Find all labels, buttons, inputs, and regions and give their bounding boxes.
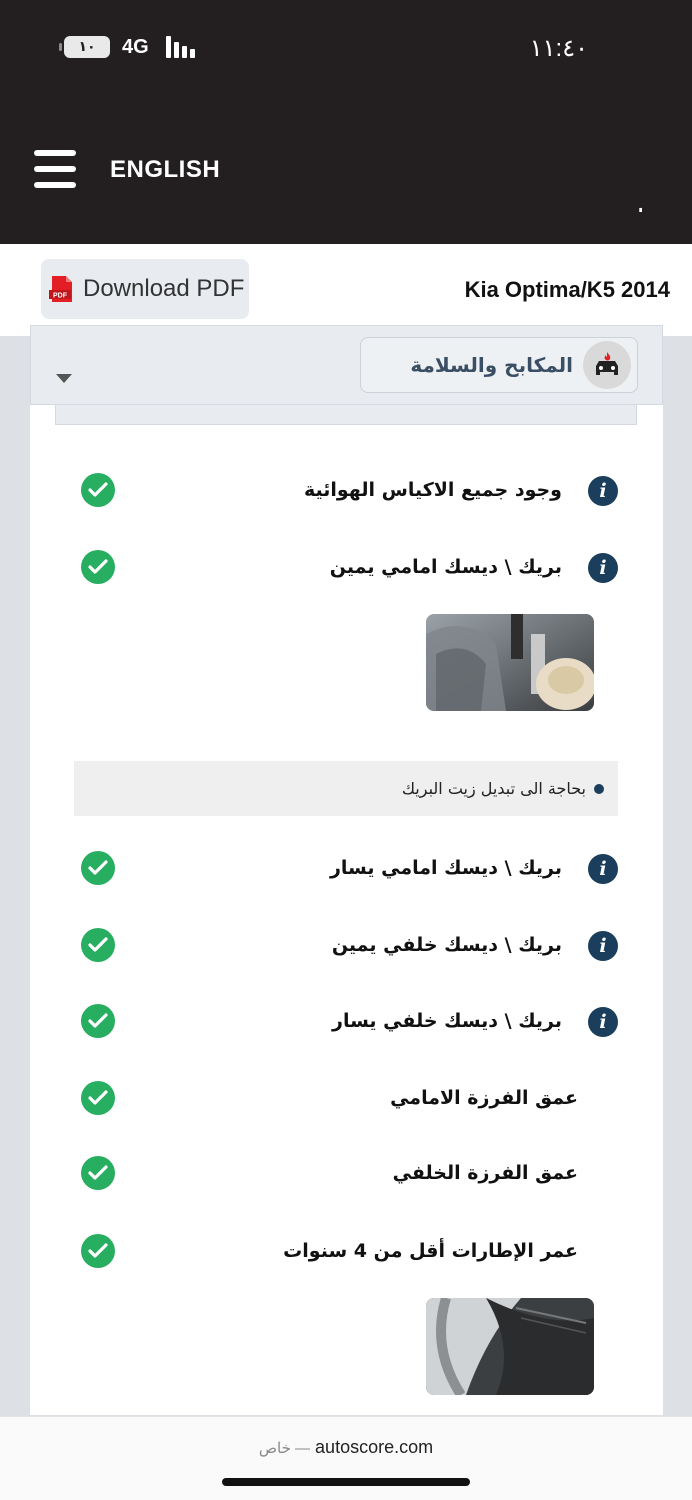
check-item-label: بريك \ ديسك خلفي يمين — [331, 934, 562, 956]
info-icon[interactable]: i — [588, 476, 618, 506]
info-icon[interactable]: i — [588, 931, 618, 961]
check-item-label: بريك \ ديسك امامي يسار — [329, 857, 562, 879]
check-icon — [81, 1004, 115, 1038]
battery-icon: ١٠ — [59, 36, 110, 58]
checklist-row-airbags: وجود جميع الاكياس الهوائية i — [0, 471, 692, 511]
checklist-row-rear-left-brake: بريك \ ديسك خلفي يسار i — [0, 1002, 692, 1042]
check-item-label: وجود جميع الاكياس الهوائية — [303, 479, 562, 501]
bullet-dot-icon — [594, 783, 604, 794]
check-icon — [81, 851, 115, 885]
svg-text:PDF: PDF — [53, 293, 68, 300]
check-item-label: عمق الفرزة الخلفي — [392, 1162, 578, 1184]
network-type: 4G — [122, 36, 149, 58]
checklist-row-rear-tread-depth: عمق الفرزة الخلفي — [0, 1154, 692, 1194]
pdf-file-icon: PDF — [49, 276, 72, 302]
brake-fluid-photo[interactable] — [426, 614, 594, 711]
address-text[interactable]: خاص — autoscore.com — [0, 1437, 692, 1458]
app-header: ١٠ 4G ١١:٤٠ ENGLISH سكورأوتو — [0, 0, 692, 244]
check-icon — [81, 928, 115, 962]
checklist-row-front-tread-depth: عمق الفرزة الامامي — [0, 1079, 692, 1119]
check-icon — [81, 473, 115, 507]
section-title-pill[interactable]: المكابح والسلامة — [360, 337, 638, 393]
car-title: Kia Optima/K5 2014 — [464, 277, 670, 302]
chevron-down-icon[interactable] — [56, 374, 72, 383]
car-fire-icon — [583, 341, 631, 389]
signal-icon — [166, 36, 195, 58]
hamburger-menu-icon[interactable] — [34, 150, 76, 188]
info-icon[interactable]: i — [588, 854, 618, 884]
info-icon[interactable]: i — [588, 1007, 618, 1037]
check-icon — [81, 1234, 115, 1268]
check-icon — [81, 1156, 115, 1190]
section-header-strip — [55, 405, 637, 425]
browser-address-bar[interactable]: خاص — autoscore.com — [0, 1416, 692, 1500]
download-pdf-button[interactable]: PDF Download PDF — [41, 259, 249, 319]
language-switch[interactable]: ENGLISH — [110, 156, 220, 184]
tire-photo[interactable] — [426, 1298, 594, 1395]
check-item-label: عمر الإطارات أقل من 4 سنوات — [283, 1240, 578, 1262]
brake-fluid-note: بحاجة الى تبديل زيت البريك — [74, 761, 618, 816]
autoscore-logo[interactable]: سكورأوتو — [330, 132, 642, 212]
status-time: ١١:٤٠ — [529, 35, 588, 62]
checklist-row-front-right-brake: بريك \ ديسك امامي يمين i — [0, 548, 692, 588]
private-label: خاص — — [258, 1440, 311, 1457]
section-title: المكابح والسلامة — [410, 353, 573, 377]
check-item-label: عمق الفرزة الامامي — [390, 1087, 578, 1109]
note-text: بحاجة الى تبديل زيت البريك — [401, 779, 586, 798]
home-indicator[interactable] — [222, 1478, 470, 1486]
check-item-label: بريك \ ديسك امامي يمين — [329, 556, 562, 578]
check-icon — [81, 550, 115, 584]
check-item-label: بريك \ ديسك خلفي يسار — [332, 1010, 562, 1032]
svg-text:سكورأوتو: سكورأوتو — [639, 134, 642, 212]
status-bar: ١٠ 4G ١١:٤٠ — [0, 28, 692, 68]
checklist-row-rear-right-brake: بريك \ ديسك خلفي يمين i — [0, 926, 692, 966]
check-icon — [81, 1081, 115, 1115]
domain-label: autoscore.com — [315, 1437, 434, 1457]
checklist-row-tire-age: عمر الإطارات أقل من 4 سنوات — [0, 1232, 692, 1272]
checklist-row-front-left-brake: بريك \ ديسك امامي يسار i — [0, 849, 692, 889]
download-pdf-label: Download PDF — [83, 275, 245, 302]
battery-level: ١٠ — [78, 39, 96, 55]
info-icon[interactable]: i — [588, 553, 618, 583]
